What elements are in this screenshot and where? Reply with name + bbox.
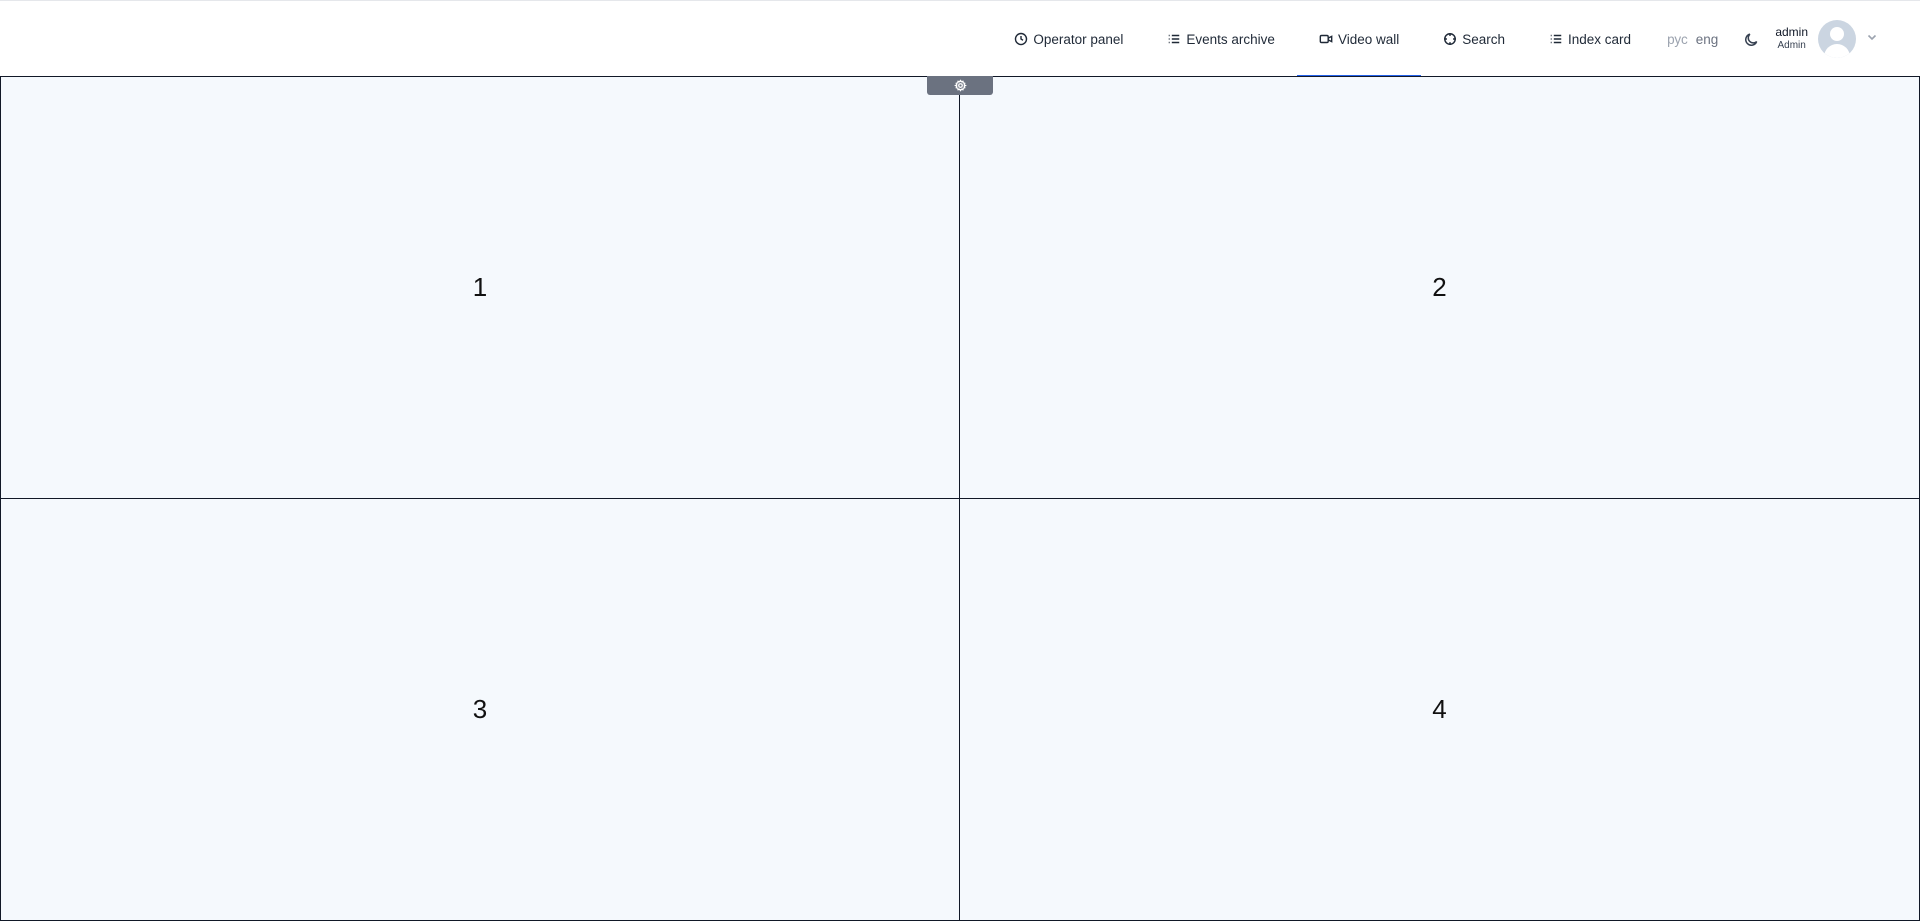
user-name: admin [1775, 25, 1808, 40]
video-cell-2[interactable]: 2 [959, 76, 1920, 499]
main-nav: Operator panel Events archive Video wall… [992, 1, 1920, 77]
chevron-down-icon[interactable] [1866, 30, 1878, 48]
nav-index-card-label: Index card [1568, 31, 1632, 47]
nav-video-wall[interactable]: Video wall [1296, 1, 1422, 77]
wall-settings-button[interactable] [927, 76, 993, 95]
nav-events-archive[interactable]: Events archive [1145, 1, 1297, 77]
moon-icon [1745, 32, 1758, 46]
avatar-head-shape [1830, 27, 1844, 41]
nav-operator-panel-label: Operator panel [1033, 31, 1124, 47]
nav-index-card[interactable]: Index card [1527, 1, 1653, 77]
list-icon [1550, 34, 1562, 44]
avatar[interactable] [1818, 20, 1856, 58]
nav-search[interactable]: Search [1421, 1, 1527, 77]
video-cell-3[interactable]: 3 [0, 498, 960, 921]
list-icon [1169, 34, 1180, 44]
gear-icon [953, 79, 967, 92]
nav-operator-panel[interactable]: Operator panel [992, 1, 1145, 77]
user-menu[interactable]: admin Admin [1775, 1, 1920, 77]
theme-toggle[interactable] [1732, 1, 1775, 77]
user-role: Admin [1777, 40, 1806, 52]
lang-ru[interactable]: рус [1667, 32, 1688, 47]
video-cell-number: 4 [1432, 694, 1447, 724]
user-info: admin Admin [1775, 25, 1808, 52]
video-cell-number: 1 [472, 272, 488, 302]
video-cell-4[interactable]: 4 [959, 498, 1920, 921]
crosshair-icon [1444, 33, 1457, 45]
clock-icon [1015, 32, 1028, 46]
avatar-body-shape [1824, 44, 1850, 58]
nav-search-label: Search [1462, 31, 1506, 47]
video-wall: 1 2 3 4 [0, 76, 1920, 922]
language-switcher: рус eng [1653, 1, 1732, 77]
video-cell-number: 2 [1432, 272, 1447, 302]
video-cell-number: 3 [472, 694, 488, 724]
video-icon [1319, 34, 1333, 44]
nav-events-archive-label: Events archive [1186, 31, 1275, 47]
nav-video-wall-label: Video wall [1337, 31, 1400, 47]
video-cell-1[interactable]: 1 [0, 76, 960, 499]
top-navbar: Operator panel Events archive Video wall… [0, 0, 1920, 77]
lang-en[interactable]: eng [1696, 32, 1719, 47]
